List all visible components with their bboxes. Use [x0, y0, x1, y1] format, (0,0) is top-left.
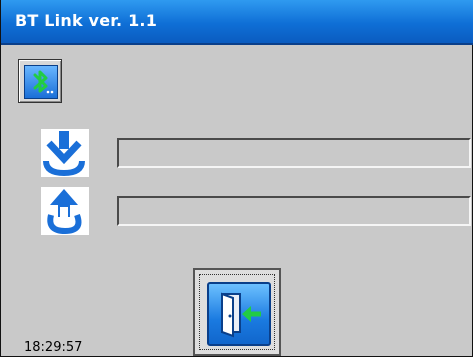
bluetooth-icon [33, 70, 54, 94]
upload-progress-bar [117, 196, 471, 226]
exit-door-icon [221, 292, 261, 338]
window-title: BT Link ver. 1.1 [15, 11, 158, 30]
download-arrow-icon [41, 129, 89, 177]
exit-button-face [207, 282, 271, 346]
bluetooth-button[interactable] [18, 59, 62, 103]
download-progress-bar [117, 138, 471, 168]
bluetooth-button-face [24, 65, 58, 99]
status-clock: 18:29:57 [24, 340, 83, 355]
exit-button[interactable] [193, 268, 281, 356]
app-window: BT Link ver. 1.1 18:29:57 [0, 0, 473, 357]
title-bar: BT Link ver. 1.1 [1, 0, 473, 45]
upload-arrow-icon [41, 187, 89, 235]
